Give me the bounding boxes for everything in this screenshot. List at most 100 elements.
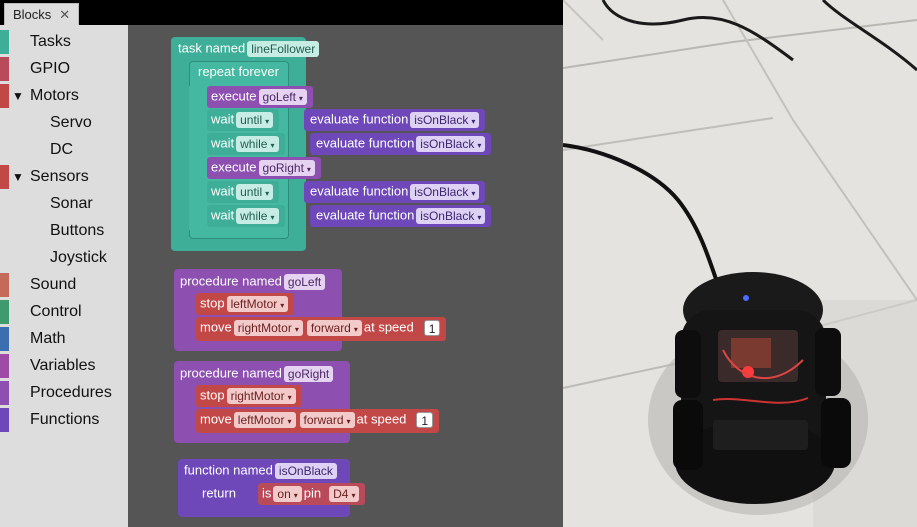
category-label: Variables <box>30 357 96 374</box>
category-sonar[interactable]: Sonar <box>0 192 128 216</box>
evaluate-function-block[interactable]: evaluate function isOnBlack ▾ <box>310 133 492 155</box>
evaluate-label: evaluate function <box>316 135 415 151</box>
speed-input[interactable]: 1 <box>423 319 441 336</box>
procedure-name-field[interactable]: goRight <box>283 365 334 382</box>
category-control[interactable]: Control <box>0 300 128 324</box>
wait-mode-dropdown[interactable]: until ▾ <box>236 111 274 128</box>
category-color-swatch <box>0 57 9 81</box>
execute-label: execute <box>211 159 257 175</box>
category-color-swatch <box>0 273 9 297</box>
chevron-down-icon: ▾ <box>477 140 482 150</box>
function-dropdown[interactable]: isOnBlack ▾ <box>410 111 480 128</box>
evaluate-function-block[interactable]: evaluate function isOnBlack ▾ <box>304 181 486 203</box>
dropdown-value: goRight <box>262 160 304 175</box>
dropdown-value: isOnBlack <box>420 208 475 223</box>
category-servo[interactable]: Servo <box>0 111 128 135</box>
dropdown-value: isOnBlack <box>420 136 475 151</box>
motor-dropdown[interactable]: leftMotor ▾ <box>226 295 289 312</box>
category-sound[interactable]: Sound <box>0 273 128 297</box>
category-buttons[interactable]: Buttons <box>0 219 128 243</box>
function-dropdown[interactable]: isOnBlack ▾ <box>410 183 480 200</box>
speed-input[interactable]: 1 <box>416 411 434 428</box>
stop-motor-block[interactable]: stop leftMotor ▾ <box>196 293 295 315</box>
category-label: GPIO <box>30 60 71 77</box>
robot-scene-image <box>563 0 917 527</box>
category-label: Math <box>30 330 66 347</box>
stop-motor-block[interactable]: stop rightMotor ▾ <box>196 385 302 407</box>
state-dropdown[interactable]: on ▾ <box>273 485 302 502</box>
chevron-down-icon: ▾ <box>270 140 275 150</box>
execute-target-dropdown[interactable]: goRight ▾ <box>258 159 315 176</box>
function-name-field[interactable]: isOnBlack <box>274 462 337 479</box>
category-motors[interactable]: ▼ Motors <box>0 84 128 108</box>
wait-label: wait <box>211 135 235 151</box>
dropdown-value: goLeft <box>262 89 296 104</box>
category-label: Sound <box>30 276 77 293</box>
evaluate-label: evaluate function <box>310 111 409 127</box>
category-sensors[interactable]: ▼ Sensors <box>0 165 128 189</box>
category-gpio[interactable]: GPIO <box>0 57 128 81</box>
motor-dropdown[interactable]: rightMotor ▾ <box>226 387 296 404</box>
move-motor-block[interactable]: move rightMotor ▾ forward ▾ at speed 1 <box>196 317 447 341</box>
category-math[interactable]: Math <box>0 327 128 351</box>
expand-triangle-icon[interactable]: ▼ <box>12 165 24 189</box>
wait-label: wait <box>211 183 235 199</box>
category-tasks[interactable]: Tasks <box>0 30 128 54</box>
category-label: Sensors <box>30 168 89 185</box>
category-color-swatch <box>0 165 9 189</box>
stop-label: stop <box>200 295 225 311</box>
dropdown-value: until <box>240 184 263 199</box>
close-icon[interactable]: ✕ <box>59 7 70 22</box>
task-name-field[interactable]: lineFollower <box>247 40 320 57</box>
dropdown-value: isOnBlack <box>414 184 469 199</box>
wait-block[interactable]: wait until ▾ <box>207 181 280 203</box>
return-label: return <box>202 485 236 501</box>
evaluate-function-block[interactable]: evaluate function isOnBlack ▾ <box>304 109 486 131</box>
motor-dropdown[interactable]: rightMotor ▾ <box>233 319 303 336</box>
chevron-down-icon: ▾ <box>265 116 270 126</box>
evaluate-function-block[interactable]: evaluate function isOnBlack ▾ <box>310 205 492 227</box>
wait-mode-dropdown[interactable]: while ▾ <box>236 135 279 152</box>
dropdown-value: leftMotor <box>237 412 285 427</box>
pin-state-block[interactable]: is on ▾ pin D4 ▾ <box>258 483 366 505</box>
wait-mode-dropdown[interactable]: while ▾ <box>236 207 279 224</box>
category-label: Tasks <box>30 33 71 50</box>
chevron-down-icon: ▾ <box>346 416 351 426</box>
move-motor-block[interactable]: move leftMotor ▾ forward ▾ at speed 1 <box>196 409 440 433</box>
chevron-down-icon: ▾ <box>293 490 298 500</box>
motor-dropdown[interactable]: leftMotor ▾ <box>233 411 296 428</box>
category-joystick[interactable]: Joystick <box>0 246 128 270</box>
function-dropdown[interactable]: isOnBlack ▾ <box>416 207 486 224</box>
category-color-swatch <box>0 300 9 324</box>
move-label: move <box>200 411 232 427</box>
category-procedures[interactable]: Procedures <box>0 381 128 405</box>
direction-dropdown[interactable]: forward ▾ <box>306 319 362 336</box>
wait-block[interactable]: wait while ▾ <box>207 133 285 155</box>
wait-block[interactable]: wait until ▾ <box>207 109 280 131</box>
tab-label: Blocks <box>13 7 52 22</box>
dropdown-value: forward <box>303 412 344 427</box>
blocks-workspace[interactable]: task named lineFollower repeat forever ex… <box>128 25 563 527</box>
chevron-down-icon: ▾ <box>298 93 303 103</box>
procedure-name-field[interactable]: goLeft <box>283 273 326 290</box>
chevron-down-icon: ▾ <box>294 324 299 334</box>
execute-target-dropdown[interactable]: goLeft ▾ <box>258 88 307 105</box>
function-dropdown[interactable]: isOnBlack ▾ <box>416 135 486 152</box>
direction-dropdown[interactable]: forward ▾ <box>299 411 355 428</box>
category-label: Servo <box>50 114 92 131</box>
wait-mode-dropdown[interactable]: until ▾ <box>236 183 274 200</box>
dropdown-value: rightMotor <box>237 320 292 335</box>
execute-block[interactable]: execute goRight ▾ <box>207 157 321 179</box>
blocks-editor: Blocks ✕ Tasks GPIO ▼ Motors Servo DC ▼ S… <box>0 0 563 527</box>
execute-block[interactable]: execute goLeft ▾ <box>207 86 313 108</box>
wait-block[interactable]: wait while ▾ <box>207 205 285 227</box>
category-color-swatch <box>0 84 9 108</box>
category-functions[interactable]: Functions <box>0 408 128 432</box>
tab-blocks[interactable]: Blocks ✕ <box>4 3 80 25</box>
category-label: Control <box>30 303 82 320</box>
procedure-header: procedure named goRight <box>180 363 335 383</box>
category-dc[interactable]: DC <box>0 138 128 162</box>
pin-dropdown[interactable]: D4 ▾ <box>329 485 360 502</box>
expand-triangle-icon[interactable]: ▼ <box>12 84 24 108</box>
category-variables[interactable]: Variables <box>0 354 128 378</box>
